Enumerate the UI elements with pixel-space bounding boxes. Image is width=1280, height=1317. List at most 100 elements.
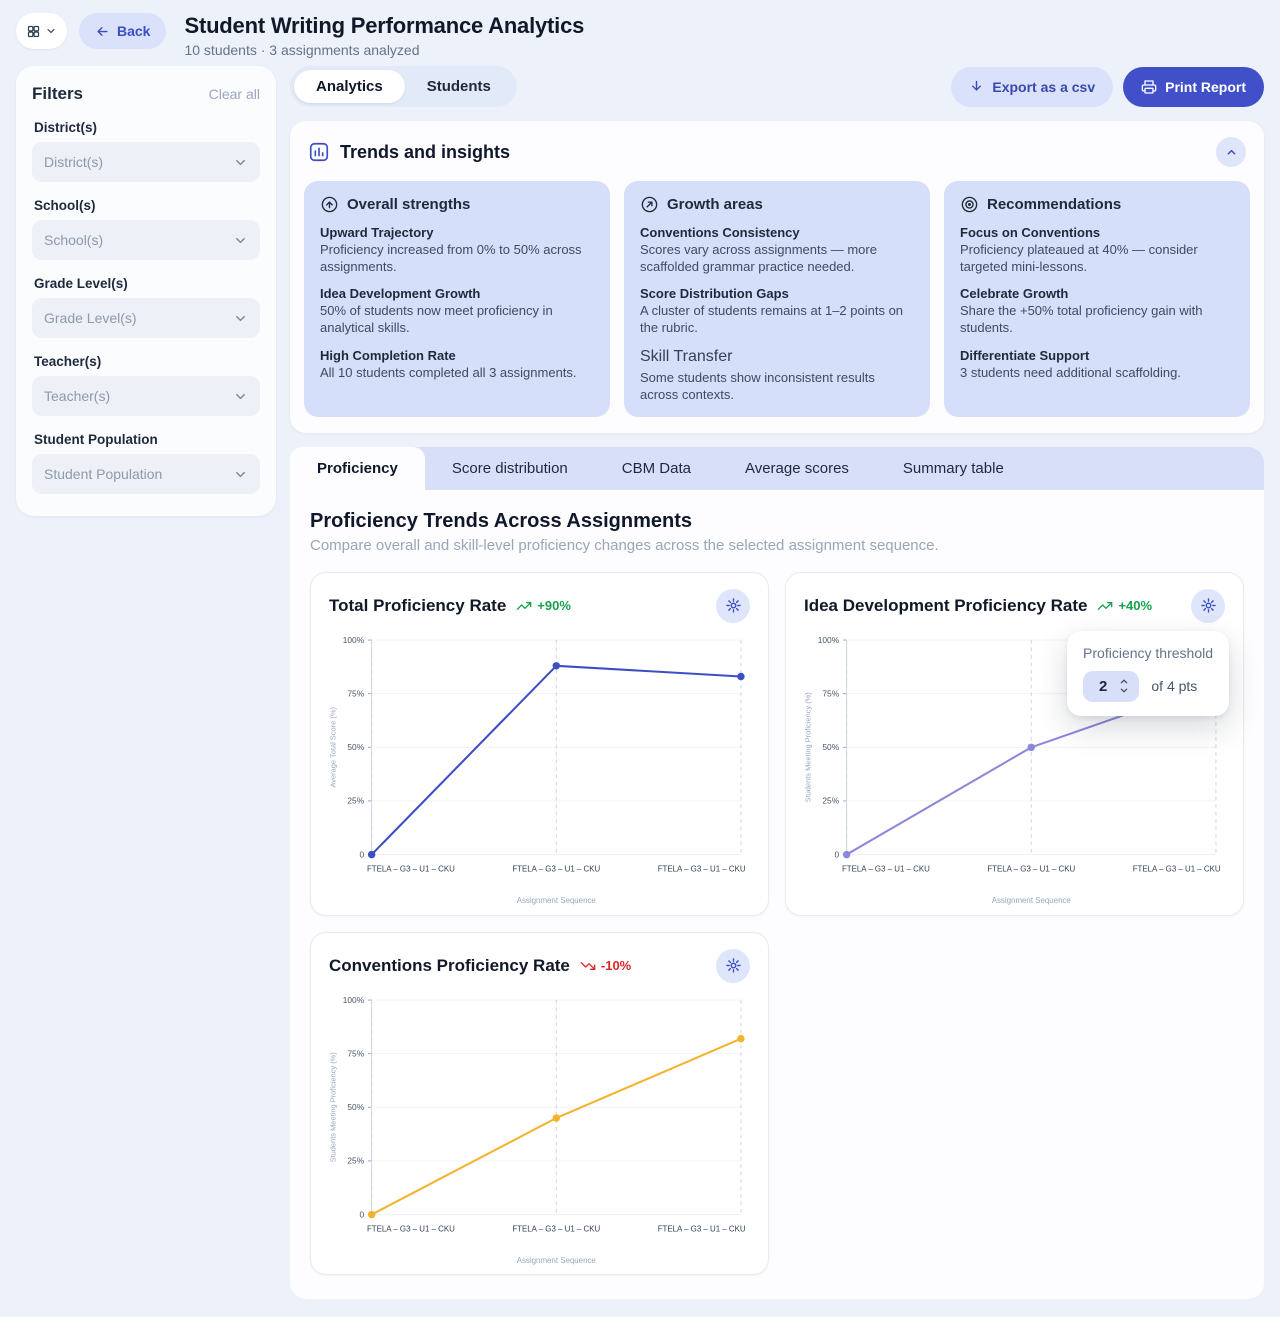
insight-card-growth-areas: Growth areas Conventions Consistency Sco… xyxy=(624,181,930,417)
svg-text:100%: 100% xyxy=(343,994,365,1004)
district-filter-label: District(s) xyxy=(34,120,98,135)
trends-panel: Trends and insights Overall strengths Up… xyxy=(290,121,1264,433)
bar-chart-icon xyxy=(308,141,330,163)
charts-panel: Proficiency Score distribution CBM Data … xyxy=(290,446,1264,1300)
export-label: Export as a csv xyxy=(992,78,1096,95)
svg-text:25%: 25% xyxy=(347,796,364,806)
stepper-down-button[interactable] xyxy=(1119,687,1129,694)
settings-gear-icon xyxy=(725,597,742,614)
collapse-trends-button[interactable] xyxy=(1216,137,1246,167)
view-tab-group: Analytics Students xyxy=(290,66,517,107)
svg-text:FTELA – G3 – U1 – CKU: FTELA – G3 – U1 – CKU xyxy=(367,1224,455,1233)
tab-students[interactable]: Students xyxy=(405,70,513,103)
tab-score-distribution[interactable]: Score distribution xyxy=(425,447,595,490)
download-icon xyxy=(969,79,984,94)
grade-level-select[interactable]: Grade Level(s) xyxy=(32,298,260,338)
print-report-button[interactable]: Print Report xyxy=(1123,66,1264,107)
chart-card-idea-development: Idea Development Proficiency Rate +40% 0… xyxy=(785,571,1244,916)
tab-proficiency[interactable]: Proficiency xyxy=(290,446,425,490)
insight-item-title: Score Distribution Gaps xyxy=(640,286,789,302)
threshold-stepper[interactable]: 2 xyxy=(1083,670,1140,702)
grade-select-placeholder: Grade Level(s) xyxy=(44,310,137,326)
insight-item-desc: Share the +50% total proficiency gain wi… xyxy=(960,303,1203,336)
trend-badge: -10% xyxy=(580,958,631,974)
tab-average-scores[interactable]: Average scores xyxy=(718,447,876,490)
filter-group-districts: District(s) District(s) xyxy=(32,120,260,182)
trends-header: Trends and insights xyxy=(308,137,1246,167)
toolbar-actions: Export as a csv Print Report xyxy=(951,66,1264,107)
chart-grid: Total Proficiency Rate +90% 0 25% 50% 75… xyxy=(310,571,1244,1276)
page-layout: Filters Clear all District(s) District(s… xyxy=(0,66,1280,1317)
insight-item-desc: 3 students need additional scaffolding. xyxy=(960,364,1181,380)
insight-item: Celebrate Growth Share the +50% total pr… xyxy=(960,286,1234,336)
svg-text:Assignment Sequence: Assignment Sequence xyxy=(517,896,597,905)
svg-text:50%: 50% xyxy=(347,1102,364,1112)
threshold-value: 2 xyxy=(1099,677,1108,695)
chevron-down-icon xyxy=(45,25,57,37)
insight-item-title: Idea Development Growth xyxy=(320,286,481,302)
clear-all-button[interactable]: Clear all xyxy=(209,86,260,102)
svg-text:0: 0 xyxy=(835,849,840,859)
trends-title: Trends and insights xyxy=(340,141,511,162)
teacher-select[interactable]: Teacher(s) xyxy=(32,376,260,416)
svg-text:FTELA – G3 – U1 – CKU: FTELA – G3 – U1 – CKU xyxy=(842,864,930,873)
insight-card-header: Overall strengths xyxy=(320,195,594,214)
insight-item-title: Upward Trajectory xyxy=(320,225,434,240)
insight-item-title: Conventions Consistency xyxy=(640,225,800,240)
chart-settings-button[interactable] xyxy=(716,948,750,983)
line-chart-conventions: 0 25% 50% 75% 100% FTELA – G3 – U1 – CKU FTELA… xyxy=(325,987,754,1269)
tab-cbm-data[interactable]: CBM Data xyxy=(595,447,718,490)
chart-settings-button[interactable] xyxy=(1191,588,1225,623)
svg-text:FTELA – G3 – U1 – CKU: FTELA – G3 – U1 – CKU xyxy=(658,1224,746,1233)
insight-card-title: Overall strengths xyxy=(347,196,471,213)
svg-text:100%: 100% xyxy=(818,635,840,645)
arrow-left-icon xyxy=(95,24,110,39)
svg-text:FTELA – G3 – U1 – CKU: FTELA – G3 – U1 – CKU xyxy=(512,1224,600,1233)
insight-item-title: High Completion Rate xyxy=(320,347,456,363)
svg-text:0: 0 xyxy=(360,1209,365,1219)
threshold-suffix: of 4 pts xyxy=(1151,678,1198,695)
tab-analytics[interactable]: Analytics xyxy=(294,70,405,103)
export-csv-button[interactable]: Export as a csv xyxy=(951,66,1114,107)
back-button[interactable]: Back xyxy=(79,13,167,49)
trend-value: +40% xyxy=(1118,598,1153,614)
insight-item: High Completion Rate All 10 students com… xyxy=(320,348,594,381)
chevron-down-icon xyxy=(233,155,248,170)
insight-card-overall-strengths: Overall strengths Upward Trajectory Prof… xyxy=(304,181,610,417)
trend-badge: +40% xyxy=(1097,598,1152,614)
insight-item-desc: Scores vary across assignments — more sc… xyxy=(640,242,877,275)
arrow-up-circle-icon xyxy=(320,195,339,214)
insight-item-desc: Proficiency increased from 0% to 50% acr… xyxy=(320,242,582,275)
print-label: Print Report xyxy=(1165,78,1246,95)
stepper-up-button[interactable] xyxy=(1119,678,1129,685)
insight-cards: Overall strengths Upward Trajectory Prof… xyxy=(304,181,1250,417)
tab-summary-table[interactable]: Summary table xyxy=(876,447,1031,490)
svg-text:FTELA – G3 – U1 – CKU: FTELA – G3 – U1 – CKU xyxy=(1133,864,1221,873)
svg-text:Assignment Sequence: Assignment Sequence xyxy=(992,896,1072,905)
district-select[interactable]: District(s) xyxy=(32,142,260,182)
insight-item: Conventions Consistency Scores vary acro… xyxy=(640,225,914,275)
insight-item-desc: Some students show inconsistent results … xyxy=(640,369,875,402)
trending-down-icon xyxy=(580,958,596,974)
svg-text:50%: 50% xyxy=(822,742,839,752)
filter-group-student-population: Student Population Student Population xyxy=(32,432,260,494)
svg-text:Students Meeting Proficiency (: Students Meeting Proficiency (%) xyxy=(803,692,812,803)
school-select[interactable]: School(s) xyxy=(32,220,260,260)
grade-filter-label: Grade Level(s) xyxy=(34,276,128,291)
chevron-down-icon xyxy=(233,467,248,482)
line-chart-total-proficiency: 0 25% 50% 75% 100% FTELA – G3 – U1 – CKU FTELA… xyxy=(325,627,754,909)
insight-item: Skill Transfer Some students show incons… xyxy=(640,348,914,403)
popover-title: Proficiency threshold xyxy=(1083,644,1213,661)
section-subtitle: Compare overall and skill-level proficie… xyxy=(310,536,939,554)
chart-title: Conventions Proficiency Rate xyxy=(329,955,570,975)
trend-value: +90% xyxy=(537,598,571,614)
chart-card-conventions: Conventions Proficiency Rate -10% 0 25% … xyxy=(310,931,769,1276)
chevron-up-icon xyxy=(1224,145,1239,160)
topbar: Back Student Writing Performance Analyti… xyxy=(0,0,1280,66)
trend-value: -10% xyxy=(600,958,632,974)
insight-card-header: Recommendations xyxy=(960,195,1234,214)
app-switcher-button[interactable] xyxy=(16,13,67,49)
filters-panel: Filters Clear all District(s) District(s… xyxy=(16,66,276,516)
chart-settings-button[interactable] xyxy=(716,588,750,623)
student-population-select[interactable]: Student Population xyxy=(32,454,260,494)
